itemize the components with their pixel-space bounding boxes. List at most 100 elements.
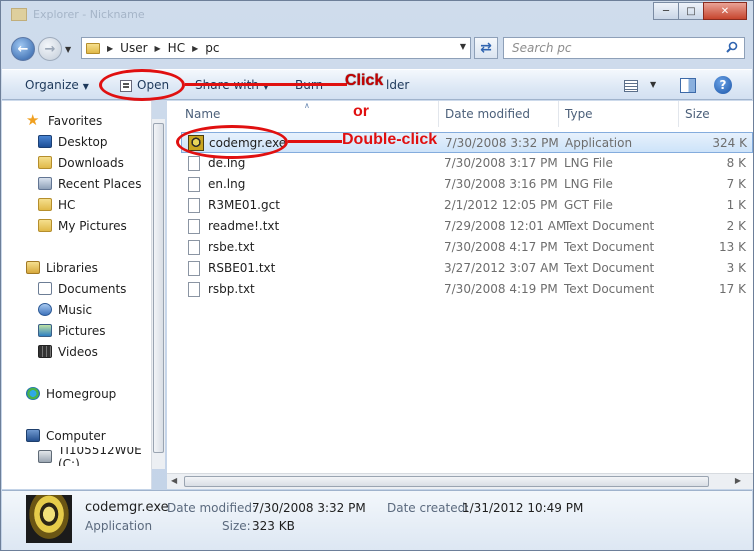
folder-icon: [38, 198, 52, 211]
nav-label: Downloads: [58, 155, 124, 170]
recent-pages-dropdown[interactable]: ▼: [65, 45, 71, 54]
chevron-right-icon[interactable]: ▶: [107, 44, 113, 53]
file-name: readme!.txt: [208, 219, 280, 233]
organize-label: Organize: [25, 78, 79, 92]
scrollbar-thumb[interactable]: [184, 476, 709, 487]
organize-button[interactable]: Organize ▼: [25, 78, 89, 92]
nav-drive-c[interactable]: TI105512W0E (C:): [38, 447, 150, 466]
file-row[interactable]: readme!.txt 7/29/2008 12:01 AM Text Docu…: [181, 216, 753, 237]
file-size: 324 K: [712, 136, 747, 150]
documents-icon: [38, 282, 52, 295]
details-date-created: 1/31/2012 10:49 PM: [462, 501, 584, 515]
breadcrumb-pc[interactable]: pc: [205, 41, 219, 55]
scrollbar-thumb[interactable]: [153, 123, 164, 453]
file-date: 7/29/2008 12:01 AM: [444, 219, 567, 233]
chevron-right-icon[interactable]: ▶: [155, 44, 161, 53]
details-file-kind: Application: [85, 519, 153, 533]
arrow-left-icon: ←: [17, 41, 29, 57]
preview-pane-icon[interactable]: [680, 78, 696, 93]
file-size: 17 K: [719, 282, 746, 296]
explorer-window: Explorer - Nickname ─ □ ✕ ← → ▼ ▶ User ▶…: [0, 0, 754, 551]
window-title: Explorer - Nickname: [33, 8, 145, 21]
column-header-size[interactable]: Size: [679, 101, 753, 127]
horizontal-scrollbar[interactable]: ◀ ▶: [167, 473, 753, 489]
file-type: Application: [565, 136, 633, 150]
column-header-date[interactable]: Date modified: [439, 101, 559, 127]
file-icon: [188, 282, 200, 297]
file-date: 2/1/2012 12:05 PM: [444, 198, 558, 212]
file-icon: [188, 219, 200, 234]
search-input[interactable]: Search pc: [503, 37, 745, 59]
file-date: 7/30/2008 4:19 PM: [444, 282, 558, 296]
refresh-icon: ⇄: [480, 40, 492, 56]
nav-label: Pictures: [58, 323, 106, 338]
address-dropdown-icon[interactable]: ▼: [460, 42, 466, 51]
column-header-type[interactable]: Type: [559, 101, 679, 127]
file-size: 7 K: [726, 177, 746, 191]
videos-icon: [38, 345, 52, 358]
scroll-right-icon[interactable]: ▶: [735, 476, 741, 485]
pictures-icon: [38, 324, 52, 337]
nav-label: Videos: [58, 344, 98, 359]
file-row[interactable]: R3ME01.gct 2/1/2012 12:05 PM GCT File 1 …: [181, 195, 753, 216]
file-type: GCT File: [564, 198, 613, 212]
arrow-right-icon: →: [44, 41, 56, 57]
nav-label: Documents: [58, 281, 127, 296]
file-size: 1 K: [726, 198, 746, 212]
music-icon: [38, 303, 52, 316]
file-row[interactable]: rsbp.txt 7/30/2008 4:19 PM Text Document…: [181, 279, 753, 300]
computer-icon: [26, 429, 40, 442]
file-type: LNG File: [564, 156, 613, 170]
breadcrumb-hc[interactable]: HC: [168, 41, 185, 55]
nav-label: Favorites: [48, 113, 103, 128]
file-name: de.lng: [208, 156, 246, 170]
file-size: 8 K: [726, 156, 746, 170]
forward-button[interactable]: →: [38, 37, 62, 61]
folder-icon: [38, 156, 52, 169]
breadcrumb-user[interactable]: User: [120, 41, 147, 55]
file-row[interactable]: de.lng 7/30/2008 3:17 PM LNG File 8 K: [181, 153, 753, 174]
click-pointer-line: [185, 83, 347, 86]
file-row[interactable]: rsbe.txt 7/30/2008 4:17 PM Text Document…: [181, 237, 753, 258]
details-pane: codemgr.exe Application Date modified: 7…: [2, 490, 752, 550]
libraries-icon: [26, 261, 40, 274]
file-date: 7/30/2008 4:17 PM: [444, 240, 558, 254]
file-thumbnail: [26, 495, 72, 543]
details-size: 323 KB: [252, 519, 295, 533]
minimize-icon: ─: [662, 5, 670, 17]
nav-label: HC: [58, 197, 76, 212]
scroll-left-icon[interactable]: ◀: [171, 476, 177, 485]
new-folder-button[interactable]: lder: [386, 78, 409, 92]
file-name: rsbe.txt: [208, 240, 255, 254]
file-icon: [188, 156, 200, 171]
chevron-right-icon[interactable]: ▶: [192, 44, 198, 53]
view-options-icon[interactable]: [624, 80, 638, 92]
file-type: Text Document: [564, 261, 655, 275]
file-row[interactable]: en.lng 7/30/2008 3:16 PM LNG File 7 K: [181, 174, 753, 195]
details-date-created-label: Date created:: [387, 501, 470, 515]
file-date: 7/30/2008 3:32 PM: [445, 136, 559, 150]
file-row[interactable]: RSBE01.txt 3/27/2012 3:07 AM Text Docume…: [181, 258, 753, 279]
help-icon[interactable]: ?: [714, 76, 732, 94]
open-button[interactable]: Open: [137, 78, 169, 92]
nav-scrollbar[interactable]: [151, 119, 165, 469]
view-dropdown-icon[interactable]: ▼: [650, 80, 656, 89]
refresh-button[interactable]: ⇄: [474, 37, 498, 59]
details-file-name: codemgr.exe: [85, 500, 169, 515]
minimize-button[interactable]: ─: [653, 2, 679, 20]
double-click-annotation: Double-click: [342, 131, 438, 148]
search-icon[interactable]: [726, 41, 738, 53]
file-row-codemgr[interactable]: codemgr.exe 7/30/2008 3:32 PM Applicatio…: [181, 132, 753, 153]
folder-icon: [11, 8, 27, 21]
back-button[interactable]: ←: [11, 37, 35, 61]
file-icon: [188, 261, 200, 276]
address-bar[interactable]: ▶ User ▶ HC ▶ pc ▼: [81, 37, 471, 59]
maximize-button[interactable]: □: [678, 2, 704, 20]
file-date: 3/27/2012 3:07 AM: [444, 261, 559, 275]
navigation-pane: ★ Favorites Desktop Downloads Recent Pla…: [2, 101, 152, 489]
file-name: RSBE01.txt: [208, 261, 276, 275]
file-name: en.lng: [208, 177, 246, 191]
close-button[interactable]: ✕: [703, 2, 747, 20]
click-annotation: Click: [345, 72, 384, 89]
chevron-down-icon: ▼: [82, 82, 89, 91]
